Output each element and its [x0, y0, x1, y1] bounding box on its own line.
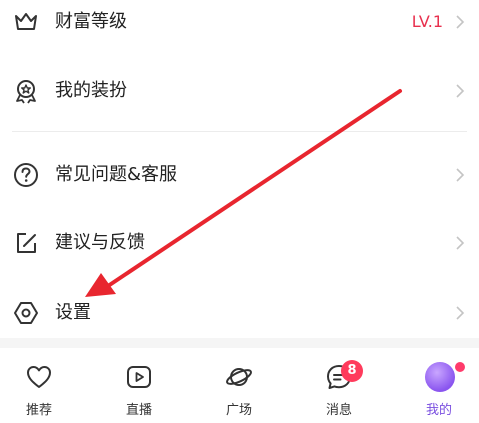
badge-icon — [13, 78, 39, 104]
chevron-right-icon — [455, 14, 465, 30]
menu-item-label: 建议与反馈 — [55, 232, 145, 253]
tab-label: 广场 — [225, 403, 252, 418]
menu-item-faq-support[interactable]: 常见问题&客服 — [0, 150, 479, 200]
chevron-right-icon — [455, 235, 465, 251]
section-gap — [0, 338, 479, 348]
menu-item-wealth-level[interactable]: 财富等级 LV.1 — [0, 0, 479, 47]
menu-item-label: 我的装扮 — [55, 80, 127, 101]
heart-icon — [25, 363, 53, 391]
chevron-right-icon — [455, 167, 465, 183]
avatar[interactable] — [425, 362, 455, 392]
chevron-right-icon — [455, 305, 465, 321]
play-icon — [125, 363, 153, 391]
bottom-tab-bar: 推荐 直播 广场 消息 我的 — [0, 348, 479, 423]
chevron-right-icon — [455, 83, 465, 99]
tab-label: 推荐 — [25, 403, 52, 418]
edit-icon — [13, 230, 39, 256]
tab-label: 消息 — [325, 403, 352, 418]
menu-item-label: 设置 — [55, 302, 91, 323]
tab-label: 直播 — [125, 403, 152, 418]
menu-item-label: 常见问题&客服 — [55, 164, 178, 185]
menu-item-label: 财富等级 — [55, 11, 127, 32]
message-count-badge: 8 — [341, 360, 363, 382]
menu-item-feedback[interactable]: 建议与反馈 — [0, 218, 479, 268]
planet-icon — [225, 363, 253, 391]
tab-live[interactable]: 直播 — [104, 348, 174, 423]
level-value: LV.1 — [411, 12, 443, 31]
notification-dot — [455, 362, 465, 372]
tab-recommend[interactable]: 推荐 — [4, 348, 74, 423]
crown-icon — [13, 9, 39, 35]
menu-item-my-outfit[interactable]: 我的装扮 — [0, 66, 479, 116]
tab-messages[interactable]: 消息 — [304, 348, 374, 423]
tab-label: 我的 — [425, 403, 452, 418]
divider — [12, 131, 467, 132]
menu-item-settings[interactable]: 设置 — [0, 288, 479, 338]
question-icon — [13, 162, 39, 188]
tab-square[interactable]: 广场 — [204, 348, 274, 423]
hexagon-icon — [13, 300, 39, 326]
